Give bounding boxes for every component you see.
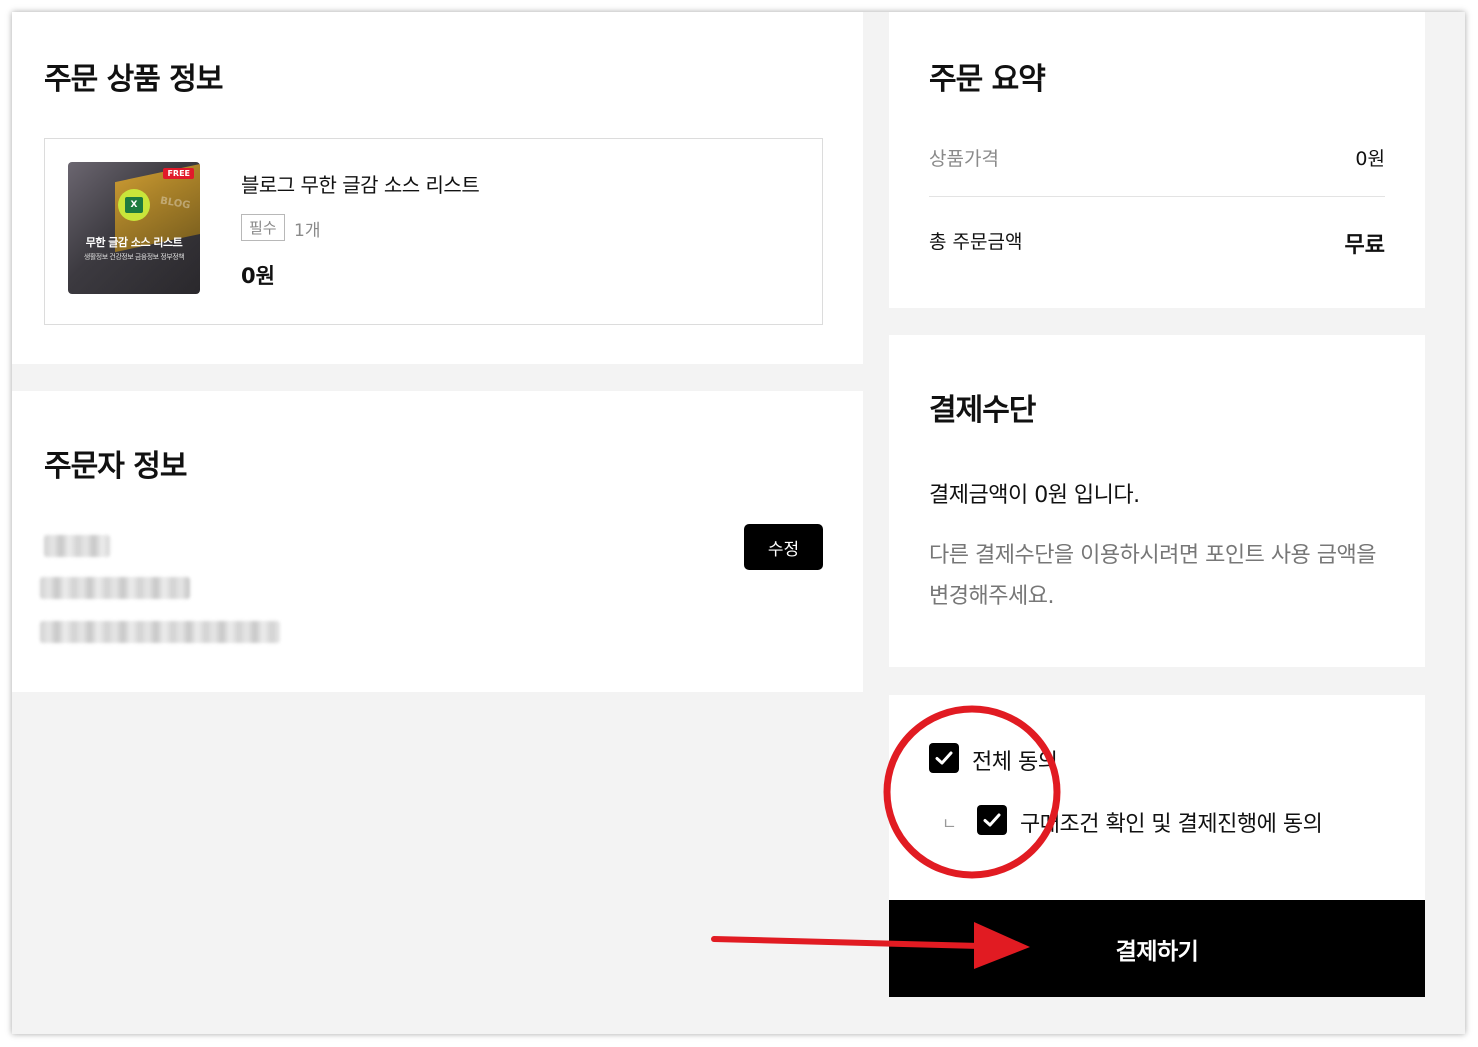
product-price: 0원 bbox=[241, 264, 275, 288]
product-name: 블로그 무한 글감 소스 리스트 bbox=[241, 173, 480, 197]
orderer-info-panel: 주문자 정보 bbox=[12, 391, 863, 692]
product-quantity: 1개 bbox=[294, 221, 321, 241]
order-summary-title: 주문 요약 bbox=[929, 62, 1046, 97]
payment-message: 결제금액이 0원 입니다. bbox=[929, 483, 1140, 508]
checkout-page: 주문 상품 정보 FREE X BLOG 무한 글감 소스 리스트 생활정보 건… bbox=[12, 12, 1465, 1034]
product-thumbnail: FREE X BLOG 무한 글감 소스 리스트 생활정보 건강정보 금융정보 … bbox=[68, 162, 200, 294]
agree-purchase-checkbox[interactable] bbox=[977, 805, 1007, 835]
order-summary-panel: 주문 요약 상품가격 0원 총 주문금액 무료 bbox=[889, 12, 1425, 308]
agree-purchase-label[interactable]: 구매조건 확인 및 결제진행에 동의 bbox=[1020, 806, 1323, 838]
payment-method-panel: 결제수단 결제금액이 0원 입니다. 다른 결제수단을 이용하시려면 포인트 사… bbox=[889, 335, 1425, 667]
agree-all-label[interactable]: 전체 동의 bbox=[972, 744, 1058, 776]
summary-divider bbox=[929, 196, 1385, 197]
payment-sub-message: 다른 결제수단을 이용하시려면 포인트 사용 금액을 변경해주세요. bbox=[929, 543, 1377, 609]
orderer-info-title: 주문자 정보 bbox=[44, 449, 187, 484]
total-label: 총 주문금액 bbox=[929, 231, 1023, 253]
product-price-value: 0원 bbox=[1355, 148, 1385, 170]
excel-icon: X bbox=[118, 189, 150, 221]
agreement-panel bbox=[889, 695, 1425, 900]
sub-indent-mark: ㄴ bbox=[942, 814, 957, 833]
free-badge: FREE bbox=[163, 168, 194, 179]
total-value: 무료 bbox=[1344, 233, 1385, 258]
edit-button[interactable]: 수정 bbox=[744, 524, 823, 570]
required-badge: 필수 bbox=[241, 214, 285, 241]
pay-button[interactable]: 결제하기 bbox=[889, 900, 1425, 997]
thumbnail-title: 무한 글감 소스 리스트 bbox=[85, 236, 183, 249]
product-card: FREE X BLOG 무한 글감 소스 리스트 생활정보 건강정보 금융정보 … bbox=[44, 138, 823, 325]
checkmark-icon bbox=[983, 813, 1001, 827]
payment-method-title: 결제수단 bbox=[929, 393, 1036, 428]
orderer-name-redacted bbox=[44, 535, 110, 557]
thumbnail-subtitle: 생활정보 건강정보 금융정보 정부정책 bbox=[83, 253, 185, 261]
product-info-panel: 주문 상품 정보 FREE X BLOG 무한 글감 소스 리스트 생활정보 건… bbox=[12, 12, 863, 364]
orderer-phone-redacted bbox=[40, 577, 190, 599]
agree-all-checkbox[interactable] bbox=[929, 743, 959, 773]
product-price-label: 상품가격 bbox=[929, 148, 999, 170]
product-info-title: 주문 상품 정보 bbox=[44, 62, 223, 97]
checkmark-icon bbox=[935, 751, 953, 765]
orderer-email-redacted bbox=[40, 621, 280, 643]
